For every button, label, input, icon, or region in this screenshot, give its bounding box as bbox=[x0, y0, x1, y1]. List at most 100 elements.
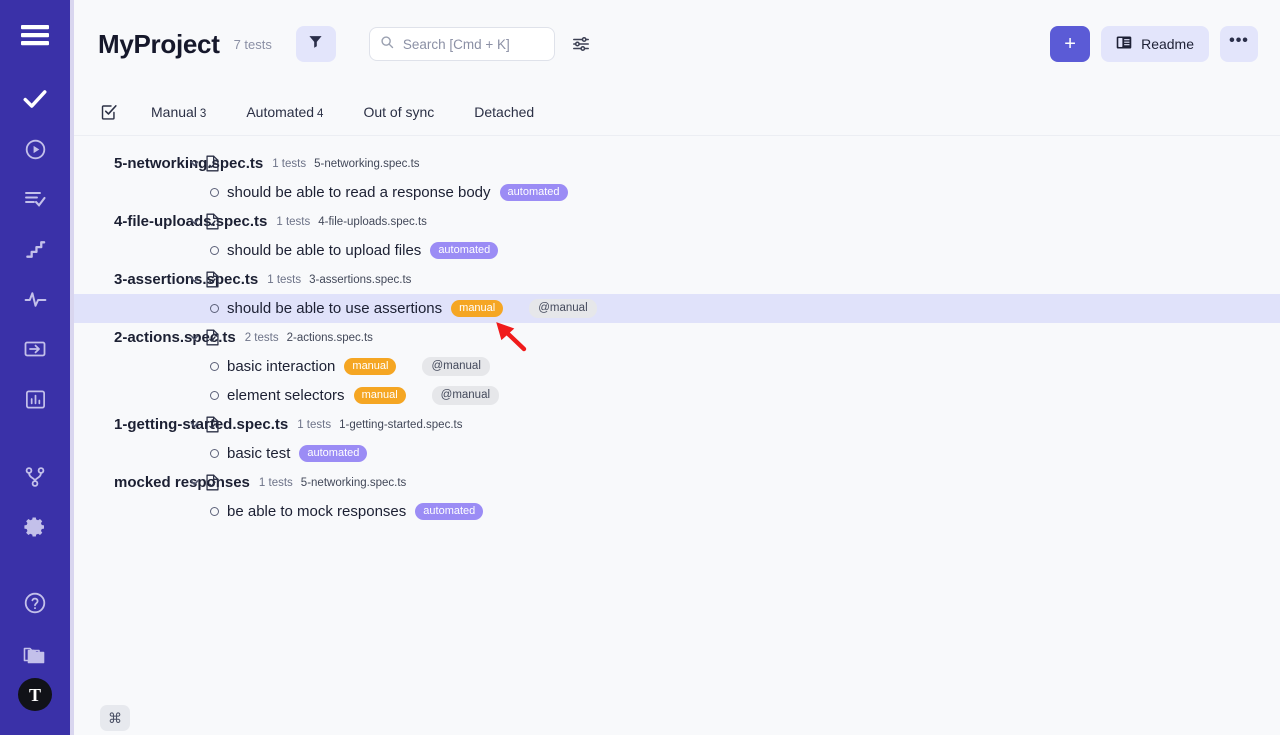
test-count-label: 7 tests bbox=[234, 37, 272, 52]
tree-test-row-selected[interactable]: should be able to use assertionsmanual@m… bbox=[74, 294, 1280, 323]
tree-file-row[interactable]: 2-actions.spec.ts2 tests2-actions.spec.t… bbox=[74, 323, 1280, 352]
test-tag: @manual bbox=[529, 299, 596, 319]
ellipsis-icon: ••• bbox=[1229, 32, 1249, 50]
file-check-icon bbox=[205, 474, 220, 491]
test-status-icon bbox=[210, 188, 219, 197]
folders-icon[interactable] bbox=[0, 628, 70, 678]
tree-test-name: should be able to upload files bbox=[227, 242, 421, 259]
file-check-icon bbox=[205, 329, 220, 346]
test-status-icon bbox=[210, 304, 219, 313]
hamburger-menu-icon[interactable] bbox=[0, 14, 70, 56]
tree-test-row[interactable]: basic testautomated bbox=[74, 439, 1280, 468]
tab-manual-label: Manual bbox=[151, 104, 197, 120]
avatar[interactable]: T bbox=[18, 678, 52, 711]
tree-file-path: 1-getting-started.spec.ts bbox=[339, 419, 462, 431]
test-status-icon bbox=[210, 507, 219, 516]
tree-file-row[interactable]: 3-assertions.spec.ts 1 tests 3-assertions.… bbox=[74, 265, 1280, 294]
search-input[interactable] bbox=[403, 37, 544, 52]
command-icon: ⌘ bbox=[108, 710, 122, 727]
file-check-icon bbox=[205, 271, 220, 288]
tab-automated[interactable]: Automated4 bbox=[246, 104, 323, 120]
tree-test-row[interactable]: be able to mock responses automated bbox=[74, 497, 1280, 526]
sidebar-item-steps[interactable] bbox=[0, 224, 70, 274]
tab-detached-label: Detached bbox=[474, 104, 534, 120]
tree-file-path: 2-actions.spec.ts bbox=[287, 332, 373, 344]
sidebar-item-branches[interactable] bbox=[0, 452, 70, 502]
tree-file-path: 5-networking.spec.ts bbox=[314, 158, 419, 170]
tree-test-row[interactable]: element selectors manual @manual bbox=[74, 381, 1280, 410]
test-status-icon bbox=[210, 391, 219, 400]
tree-file-path: 4-file-uploads.spec.ts bbox=[318, 216, 427, 228]
tree-file-row[interactable]: 5-networking.spec.ts 1 tests 5-networking.… bbox=[74, 149, 1280, 178]
test-status-icon bbox=[210, 246, 219, 255]
tree-file-test-count: 2 tests bbox=[245, 332, 279, 344]
file-check-icon bbox=[205, 155, 220, 172]
status-badge: automated bbox=[430, 242, 498, 260]
page-title: MyProject bbox=[98, 29, 220, 60]
tree-test-name: should be able to read a response body bbox=[227, 184, 491, 201]
checklist-icon[interactable] bbox=[100, 103, 118, 121]
tree-test-row[interactable]: should be able to read a response body au… bbox=[74, 178, 1280, 207]
tree-file-name: mocked responses bbox=[74, 474, 250, 491]
readme-label: Readme bbox=[1141, 36, 1194, 52]
readme-button[interactable]: Readme bbox=[1101, 26, 1209, 62]
sidebar-item-tests[interactable] bbox=[0, 74, 70, 124]
chevron-down-icon[interactable] bbox=[188, 157, 201, 170]
tab-detached[interactable]: Detached bbox=[474, 104, 534, 120]
tab-out-of-sync[interactable]: Out of sync bbox=[363, 104, 434, 120]
search-box[interactable] bbox=[369, 27, 555, 61]
status-badge: manual bbox=[451, 300, 503, 318]
test-tag: @manual bbox=[422, 357, 489, 377]
command-key-badge[interactable]: ⌘ bbox=[100, 705, 130, 731]
funnel-icon bbox=[308, 34, 323, 54]
tree-test-name: element selectors bbox=[227, 387, 345, 404]
test-tag: @manual bbox=[432, 386, 499, 406]
tree-file-test-count: 1 tests bbox=[272, 158, 306, 170]
tab-bar: Manual3 Automated4 Out of sync Detached bbox=[74, 88, 1280, 136]
status-badge: automated bbox=[500, 184, 568, 202]
tree-test-name: be able to mock responses bbox=[227, 503, 406, 520]
chevron-down-icon[interactable] bbox=[188, 331, 201, 344]
sidebar-item-import[interactable] bbox=[0, 324, 70, 374]
sidebar-item-test-plans[interactable] bbox=[0, 174, 70, 224]
chevron-down-icon[interactable] bbox=[188, 476, 201, 489]
avatar-letter: T bbox=[29, 686, 41, 704]
tree-file-test-count: 1 tests bbox=[267, 274, 301, 286]
tree-file-row[interactable]: 4-file-uploads.spec.ts1 tests4-file-uplo… bbox=[74, 207, 1280, 236]
gear-icon[interactable] bbox=[0, 502, 70, 552]
more-options-button[interactable]: ••• bbox=[1220, 26, 1258, 62]
add-button[interactable]: + bbox=[1050, 26, 1090, 62]
sliders-icon[interactable] bbox=[572, 35, 590, 53]
status-badge: automated bbox=[299, 445, 367, 463]
tab-manual[interactable]: Manual3 bbox=[151, 104, 206, 120]
tree-file-name: 1-getting-started.spec.ts bbox=[74, 416, 288, 433]
tree-test-row[interactable]: basic interactionmanual@manual bbox=[74, 352, 1280, 381]
sidebar-item-reports[interactable] bbox=[0, 374, 70, 424]
status-badge: manual bbox=[344, 358, 396, 376]
left-sidebar: T bbox=[0, 0, 70, 735]
sidebar-item-activity[interactable] bbox=[0, 274, 70, 324]
sidebar-item-runs[interactable] bbox=[0, 124, 70, 174]
tree-file-name: 5-networking.spec.ts bbox=[74, 155, 263, 172]
status-badge: automated bbox=[415, 503, 483, 521]
chevron-down-icon[interactable] bbox=[188, 273, 201, 286]
tree-file-row[interactable]: 1-getting-started.spec.ts1 tests1-gettin… bbox=[74, 410, 1280, 439]
app-root: T MyProject 7 tests bbox=[0, 0, 1280, 735]
tree-file-name: 3-assertions.spec.ts bbox=[74, 271, 258, 288]
tab-manual-count: 3 bbox=[200, 108, 206, 120]
test-status-icon bbox=[210, 362, 219, 371]
chevron-down-icon[interactable] bbox=[188, 418, 201, 431]
tree-file-row[interactable]: mocked responses1 tests5-networking.spec… bbox=[74, 468, 1280, 497]
test-status-icon bbox=[210, 449, 219, 458]
filter-button[interactable] bbox=[296, 26, 336, 62]
test-tree: 5-networking.spec.ts 1 tests 5-networking.… bbox=[74, 136, 1280, 735]
search-icon bbox=[380, 35, 394, 54]
chevron-down-icon[interactable] bbox=[188, 215, 201, 228]
tree-file-test-count: 1 tests bbox=[259, 477, 293, 489]
help-circle-icon[interactable] bbox=[0, 578, 70, 628]
app-header: MyProject 7 tests bbox=[74, 0, 1280, 88]
tree-file-path: 3-assertions.spec.ts bbox=[309, 274, 411, 286]
tree-test-row[interactable]: should be able to upload files automated bbox=[74, 236, 1280, 265]
status-badge: manual bbox=[354, 387, 406, 405]
file-check-icon bbox=[205, 416, 220, 433]
